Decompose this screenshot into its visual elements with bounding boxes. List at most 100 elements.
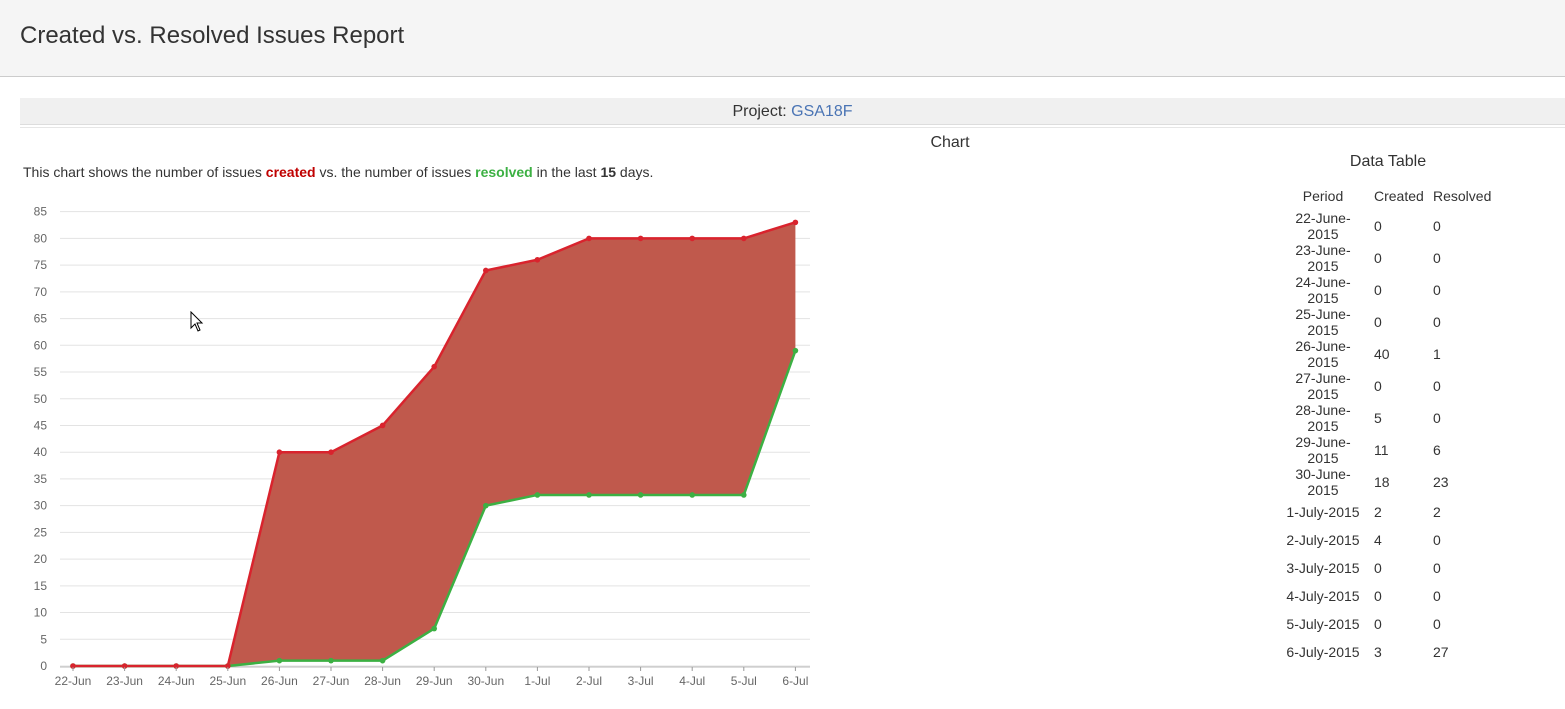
y-tick-label: 0 bbox=[40, 659, 47, 673]
created-vs-resolved-chart: 0 5 10 15 20 25 30 35 40 45 50 55 60 65 70 75 80 85 22-Jun… bbox=[34, 205, 810, 688]
table-cell-resolved: 23 bbox=[1433, 474, 1449, 490]
x-tick-label: 22-Jun bbox=[55, 674, 92, 688]
col-header-period: Period bbox=[1302, 188, 1344, 204]
y-tick-label: 60 bbox=[34, 338, 48, 352]
table-cell-created: 4 bbox=[1374, 532, 1382, 548]
project-link[interactable]: GSA18F bbox=[791, 103, 852, 120]
table-cell-period: 25-June-2015 bbox=[1295, 306, 1351, 338]
table-cell-resolved: 2 bbox=[1433, 504, 1441, 520]
y-tick-label: 70 bbox=[34, 285, 48, 299]
mouse-cursor-icon bbox=[190, 311, 204, 332]
resolved-point bbox=[483, 502, 489, 509]
created-point bbox=[689, 235, 695, 242]
resolved-point bbox=[276, 657, 283, 664]
table-cell-created: 0 bbox=[1374, 314, 1382, 330]
resolved-point bbox=[741, 492, 747, 498]
table-cell-created: 40 bbox=[1374, 346, 1390, 362]
table-cell-resolved: 0 bbox=[1433, 314, 1441, 330]
table-cell-resolved: 0 bbox=[1433, 378, 1441, 394]
table-row: 28-June-2015 5 0 bbox=[1276, 402, 1497, 434]
table-row: 30-June-2015 18 23 bbox=[1276, 466, 1497, 498]
page-title: Created vs. Resolved Issues Report bbox=[20, 22, 405, 49]
description-suffix-end: days. bbox=[619, 164, 654, 180]
description-middle: vs. the number of issues bbox=[319, 164, 472, 180]
table-row: 25-June-2015 0 0 bbox=[1276, 306, 1497, 338]
table-cell-period: 3-July-2015 bbox=[1286, 560, 1360, 576]
table-cell-period: 23-June-2015 bbox=[1295, 242, 1351, 274]
table-cell-created: 5 bbox=[1374, 410, 1382, 426]
y-tick-label: 40 bbox=[34, 445, 48, 459]
table-cell-created: 0 bbox=[1374, 218, 1382, 234]
x-tick-label: 6-Jul bbox=[782, 674, 808, 688]
created-point bbox=[534, 256, 541, 263]
table-cell-period: 30-June-2015 bbox=[1295, 466, 1351, 498]
project-label: Project: bbox=[732, 103, 787, 120]
table-row: 29-June-2015 11 6 bbox=[1276, 434, 1497, 466]
created-point bbox=[328, 449, 334, 455]
data-table: Period Created Resolved 22-June-2015 0 0 23… bbox=[1276, 182, 1497, 666]
y-tick-label: 15 bbox=[34, 579, 48, 593]
data-table-header-row: Period Created Resolved bbox=[1276, 182, 1497, 210]
table-cell-period: 2-July-2015 bbox=[1286, 532, 1360, 548]
y-tick-label: 45 bbox=[34, 418, 48, 432]
table-row: 2-July-2015 4 0 bbox=[1276, 526, 1497, 554]
description-suffix: in the last bbox=[536, 164, 597, 180]
created-resolved-fill-area bbox=[73, 222, 796, 667]
table-cell-period: 26-June-2015 bbox=[1295, 338, 1351, 370]
table-row: 24-June-2015 0 0 bbox=[1276, 274, 1497, 306]
table-cell-period: 22-June-2015 bbox=[1295, 210, 1351, 242]
col-header-resolved: Resolved bbox=[1433, 188, 1492, 204]
table-row: 27-June-2015 0 0 bbox=[1276, 370, 1497, 402]
resolved-point bbox=[379, 657, 386, 664]
table-cell-resolved: 27 bbox=[1433, 644, 1449, 660]
table-cell-resolved: 0 bbox=[1433, 560, 1441, 576]
y-tick-label: 30 bbox=[34, 499, 48, 513]
y-tick-label: 50 bbox=[34, 392, 48, 406]
table-cell-period: 6-July-2015 bbox=[1286, 644, 1360, 660]
description-prefix: This chart shows the number of issues bbox=[23, 164, 262, 180]
table-cell-resolved: 0 bbox=[1433, 282, 1441, 298]
created-point bbox=[431, 363, 438, 370]
page-header: Created vs. Resolved Issues Report bbox=[0, 0, 1565, 77]
table-cell-created: 0 bbox=[1374, 250, 1382, 266]
data-table-title: Data Table bbox=[1349, 153, 1427, 170]
table-cell-period: 24-June-2015 bbox=[1295, 274, 1351, 306]
x-tick-label: 2-Jul bbox=[576, 674, 602, 688]
table-row: 22-June-2015 0 0 bbox=[1276, 210, 1497, 242]
table-row: 4-July-2015 0 0 bbox=[1276, 582, 1497, 610]
table-cell-period: 5-July-2015 bbox=[1286, 616, 1360, 632]
y-tick-label: 85 bbox=[34, 205, 48, 219]
table-cell-created: 11 bbox=[1374, 442, 1389, 458]
table-cell-created: 3 bbox=[1374, 644, 1382, 660]
x-tick-label: 30-Jun bbox=[467, 674, 504, 688]
created-point bbox=[792, 219, 799, 226]
table-cell-resolved: 0 bbox=[1433, 532, 1441, 548]
y-tick-label: 5 bbox=[40, 632, 47, 646]
table-cell-resolved: 6 bbox=[1433, 442, 1441, 458]
x-tick-label: 29-Jun bbox=[416, 674, 453, 688]
x-tick-label: 24-Jun bbox=[158, 674, 195, 688]
resolved-point bbox=[586, 492, 592, 498]
x-tick-label: 5-Jul bbox=[731, 674, 757, 688]
x-tick-label: 26-Jun bbox=[261, 674, 298, 688]
created-point bbox=[637, 235, 644, 242]
x-tick-label: 28-Jun bbox=[364, 674, 401, 688]
divider bbox=[20, 127, 1565, 128]
table-cell-period: 29-June-2015 bbox=[1295, 434, 1351, 466]
table-cell-resolved: 0 bbox=[1433, 410, 1441, 426]
y-tick-label: 65 bbox=[34, 312, 48, 326]
x-tick-label: 3-Jul bbox=[628, 674, 654, 688]
y-tick-label: 55 bbox=[34, 365, 48, 379]
created-point bbox=[586, 235, 592, 242]
table-cell-resolved: 0 bbox=[1433, 218, 1441, 234]
chart-description: This chart shows the number of issues cr… bbox=[23, 164, 653, 180]
y-tick-label: 10 bbox=[34, 606, 48, 620]
table-row: 3-July-2015 0 0 bbox=[1276, 554, 1497, 582]
table-cell-created: 0 bbox=[1374, 560, 1382, 576]
description-created-word: created bbox=[265, 164, 316, 180]
table-row: 1-July-2015 2 2 bbox=[1276, 498, 1497, 526]
table-cell-created: 2 bbox=[1374, 504, 1382, 520]
resolved-point bbox=[689, 492, 695, 498]
table-cell-period: 4-July-2015 bbox=[1286, 588, 1360, 604]
x-tick-label: 23-Jun bbox=[106, 674, 143, 688]
